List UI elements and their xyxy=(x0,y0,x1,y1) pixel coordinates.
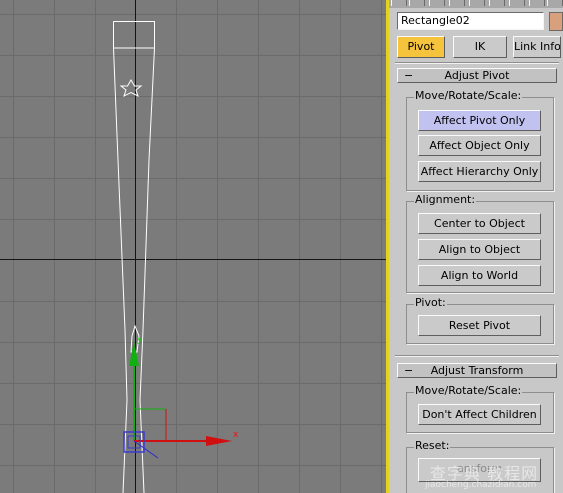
command-panel-tabs-strip[interactable] xyxy=(389,0,563,8)
object-name-field[interactable]: Rectangle02 xyxy=(397,12,544,30)
alignment-label: Alignment: xyxy=(414,193,477,206)
move-rotate-scale-label: Move/Rotate/Scale: xyxy=(414,89,523,102)
divider xyxy=(395,355,559,357)
center-to-object-button[interactable]: Center to Object xyxy=(418,213,541,234)
adjust-transform-rollout-header[interactable]: − Adjust Transform xyxy=(397,363,557,378)
tab-ik[interactable]: IK xyxy=(453,36,507,58)
hierarchy-command-panel: Rectangle02 Pivot IK Link Info − Adjust … xyxy=(389,0,563,493)
viewport-canvas xyxy=(0,0,387,493)
star-icon xyxy=(119,79,143,97)
tab-pivot[interactable]: Pivot xyxy=(397,36,445,58)
adjust-pivot-title: Adjust Pivot xyxy=(444,69,510,82)
move-rotate-scale-label: Move/Rotate/Scale: xyxy=(414,384,523,397)
reset-label: Reset: xyxy=(414,439,451,452)
perspective-viewport[interactable]: x y xyxy=(0,0,387,493)
axis-x-label: x xyxy=(233,430,239,440)
adjust-pivot-rollout-header[interactable]: − Adjust Pivot xyxy=(397,68,557,83)
reset-pivot-button[interactable]: Reset Pivot xyxy=(418,315,541,336)
divider xyxy=(395,62,559,64)
align-to-world-button[interactable]: Align to World xyxy=(418,265,541,286)
pivot-label: Pivot: xyxy=(414,296,447,309)
watermark-url: jiaocheng.chazidian.com xyxy=(425,480,537,490)
object-color-swatch[interactable] xyxy=(549,12,563,31)
affect-pivot-only-button[interactable]: Affect Pivot Only xyxy=(418,110,541,131)
affect-object-only-button[interactable]: Affect Object Only xyxy=(418,135,541,156)
adjust-transform-title: Adjust Transform xyxy=(430,364,524,377)
affect-hierarchy-only-button[interactable]: Affect Hierarchy Only xyxy=(418,161,541,182)
tab-link-info[interactable]: Link Info xyxy=(513,36,561,58)
dont-affect-children-button[interactable]: Don't Affect Children xyxy=(418,404,541,425)
align-to-object-button[interactable]: Align to Object xyxy=(418,239,541,260)
axis-y-label: y xyxy=(137,335,143,345)
grid-lines xyxy=(0,0,387,493)
